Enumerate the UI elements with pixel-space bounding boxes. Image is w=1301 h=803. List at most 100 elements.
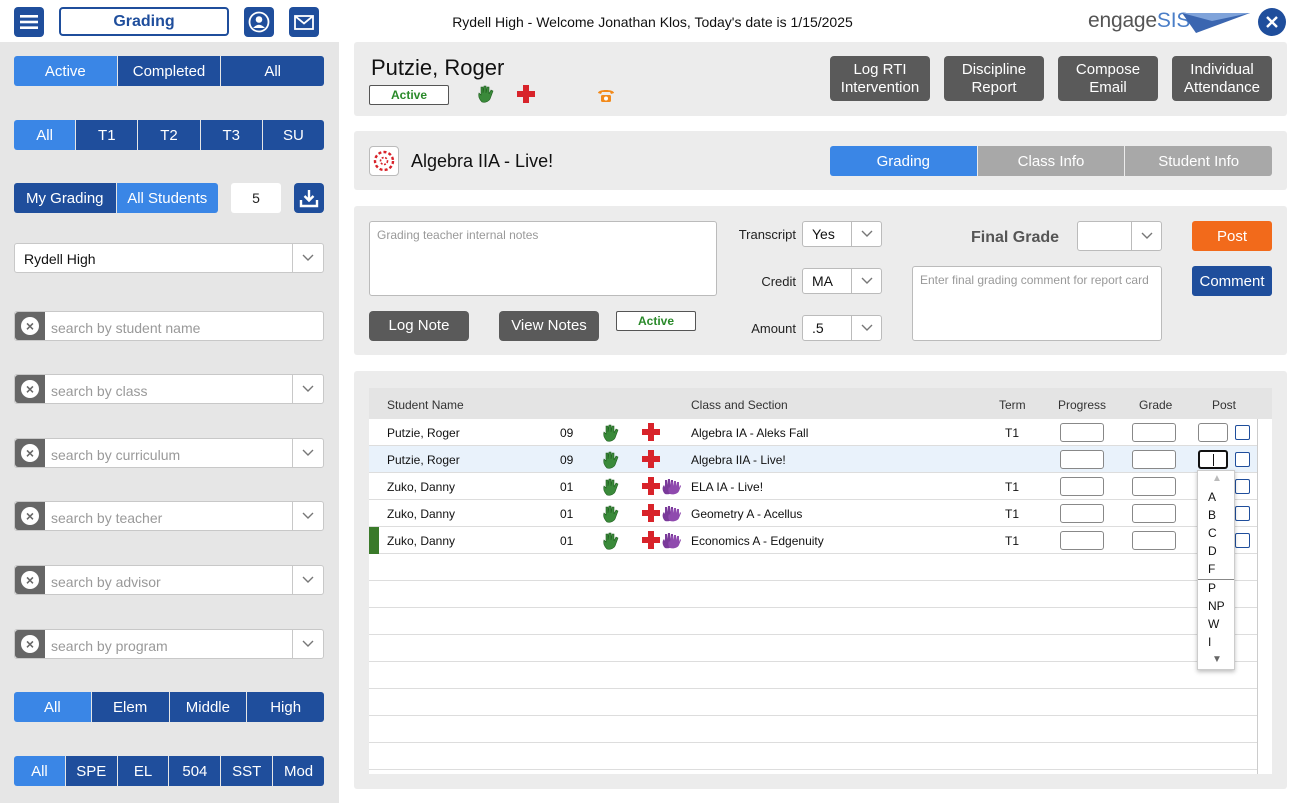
intervention-hands-icon[interactable] bbox=[661, 531, 681, 552]
clear-icon[interactable]: × bbox=[15, 312, 45, 340]
col-grade[interactable]: Grade bbox=[1139, 398, 1172, 412]
tab-term-t3[interactable]: T3 bbox=[199, 120, 262, 150]
final-grade-select[interactable] bbox=[1077, 221, 1162, 251]
advisor-search[interactable]: × search by advisor bbox=[14, 565, 324, 595]
progress-input[interactable] bbox=[1060, 477, 1104, 496]
hand-icon[interactable] bbox=[601, 477, 621, 500]
comment-button[interactable]: Comment bbox=[1192, 266, 1272, 296]
chevron-down-icon[interactable] bbox=[292, 375, 323, 403]
compose-email-button[interactable]: Compose Email bbox=[1058, 56, 1158, 101]
grade-input[interactable] bbox=[1132, 531, 1176, 550]
progress-input[interactable] bbox=[1060, 504, 1104, 523]
hand-icon[interactable] bbox=[601, 531, 621, 554]
medical-cross-icon[interactable] bbox=[517, 85, 535, 103]
mail-icon[interactable] bbox=[289, 7, 319, 37]
tab-level-high[interactable]: High bbox=[246, 692, 324, 722]
post-grade-input[interactable] bbox=[1198, 423, 1228, 442]
user-icon[interactable] bbox=[244, 7, 274, 37]
table-row[interactable]: Zuko, Danny 01 Economics A - Edgenuity T1 bbox=[369, 527, 1257, 554]
tab-completed[interactable]: Completed bbox=[116, 56, 221, 86]
post-checkbox[interactable] bbox=[1235, 506, 1250, 521]
school-select[interactable]: Rydell High bbox=[14, 243, 324, 273]
dropdown-option[interactable]: I bbox=[1208, 635, 1211, 649]
grade-input[interactable] bbox=[1132, 423, 1176, 442]
chevron-down-icon[interactable] bbox=[292, 630, 323, 658]
tab-my-grading[interactable]: My Grading bbox=[14, 183, 116, 213]
grade-dropdown[interactable]: ▲ A B C D F P NP W I ▼ bbox=[1197, 470, 1235, 670]
transcript-select[interactable]: Yes bbox=[802, 221, 882, 247]
hand-icon[interactable] bbox=[476, 84, 496, 104]
grade-input[interactable] bbox=[1132, 504, 1176, 523]
tab-student-info[interactable]: Student Info bbox=[1124, 146, 1272, 176]
grade-input[interactable] bbox=[1132, 450, 1176, 469]
dropdown-option[interactable]: B bbox=[1208, 508, 1216, 522]
clear-icon[interactable]: × bbox=[15, 630, 45, 658]
tab-active[interactable]: Active bbox=[14, 56, 117, 86]
tab-term-all[interactable]: All bbox=[14, 120, 76, 150]
phone-icon[interactable] bbox=[597, 87, 615, 103]
post-checkbox[interactable] bbox=[1235, 479, 1250, 494]
download-icon[interactable] bbox=[294, 183, 324, 213]
clear-icon[interactable]: × bbox=[15, 375, 45, 403]
medical-cross-icon[interactable] bbox=[642, 477, 660, 498]
credit-select[interactable]: MA bbox=[802, 268, 882, 294]
tab-class-info[interactable]: Class Info bbox=[976, 146, 1125, 176]
tab-program-504[interactable]: 504 bbox=[168, 756, 221, 786]
grade-input[interactable] bbox=[1132, 477, 1176, 496]
tab-grading[interactable]: Grading bbox=[830, 146, 977, 176]
final-comment-input[interactable]: Enter final grading comment for report c… bbox=[912, 266, 1162, 341]
medical-cross-icon[interactable] bbox=[642, 531, 660, 552]
dropdown-option[interactable]: A bbox=[1208, 490, 1216, 504]
intervention-hands-icon[interactable] bbox=[661, 477, 681, 498]
hand-icon[interactable] bbox=[601, 423, 621, 446]
intervention-hands-icon[interactable] bbox=[661, 504, 681, 525]
tab-level-middle[interactable]: Middle bbox=[168, 692, 247, 722]
table-row[interactable]: Putzie, Roger 09 Algebra IA - Aleks Fall T1 bbox=[369, 419, 1257, 446]
scroll-down-icon[interactable]: ▼ bbox=[1212, 654, 1222, 665]
student-name-search[interactable]: × search by student name bbox=[14, 311, 324, 341]
tab-all-students[interactable]: All Students bbox=[115, 183, 218, 213]
menu-icon[interactable] bbox=[14, 7, 44, 37]
col-progress[interactable]: Progress bbox=[1058, 398, 1106, 412]
tab-program-mod[interactable]: Mod bbox=[272, 756, 324, 786]
col-term[interactable]: Term bbox=[999, 398, 1026, 412]
chevron-down-icon[interactable] bbox=[292, 502, 323, 530]
tab-program-spe[interactable]: SPE bbox=[64, 756, 117, 786]
log-note-button[interactable]: Log Note bbox=[369, 311, 469, 341]
program-search[interactable]: × search by program bbox=[14, 629, 324, 659]
chevron-down-icon[interactable] bbox=[292, 439, 323, 467]
progress-input[interactable] bbox=[1060, 450, 1104, 469]
post-grade-input[interactable] bbox=[1198, 450, 1228, 469]
hand-icon[interactable] bbox=[601, 450, 621, 473]
tab-level-elem[interactable]: Elem bbox=[90, 692, 169, 722]
curriculum-search[interactable]: × search by curriculum bbox=[14, 438, 324, 468]
post-checkbox[interactable] bbox=[1235, 425, 1250, 440]
tab-term-su[interactable]: SU bbox=[261, 120, 324, 150]
progress-input[interactable] bbox=[1060, 531, 1104, 550]
mode-button[interactable]: Grading bbox=[59, 7, 229, 36]
clear-icon[interactable]: × bbox=[15, 566, 45, 594]
medical-cross-icon[interactable] bbox=[642, 504, 660, 525]
tab-all-status[interactable]: All bbox=[220, 56, 324, 86]
dropdown-option[interactable]: W bbox=[1208, 617, 1219, 631]
col-class-section[interactable]: Class and Section bbox=[691, 398, 788, 412]
progress-input[interactable] bbox=[1060, 423, 1104, 442]
amount-select[interactable]: .5 bbox=[802, 315, 882, 341]
clear-icon[interactable]: × bbox=[15, 502, 45, 530]
table-row[interactable]: Zuko, Danny 01 ELA IA - Live! T1 bbox=[369, 473, 1257, 500]
discipline-report-button[interactable]: Discipline Report bbox=[944, 56, 1044, 101]
col-post[interactable]: Post bbox=[1212, 398, 1236, 412]
dropdown-option[interactable]: NP bbox=[1208, 599, 1225, 613]
dropdown-option[interactable]: D bbox=[1208, 544, 1217, 558]
col-student-name[interactable]: Student Name bbox=[387, 398, 464, 412]
hand-icon[interactable] bbox=[601, 504, 621, 527]
tab-term-t2[interactable]: T2 bbox=[137, 120, 200, 150]
teacher-search[interactable]: × search by teacher bbox=[14, 501, 324, 531]
chevron-down-icon[interactable] bbox=[292, 566, 323, 594]
close-icon[interactable] bbox=[1258, 8, 1286, 36]
post-checkbox[interactable] bbox=[1235, 452, 1250, 467]
tab-program-sst[interactable]: SST bbox=[220, 756, 273, 786]
table-row[interactable]: Zuko, Danny 01 Geometry A - Acellus T1 bbox=[369, 500, 1257, 527]
tab-program-all[interactable]: All bbox=[14, 756, 65, 786]
tab-level-all[interactable]: All bbox=[14, 692, 91, 722]
